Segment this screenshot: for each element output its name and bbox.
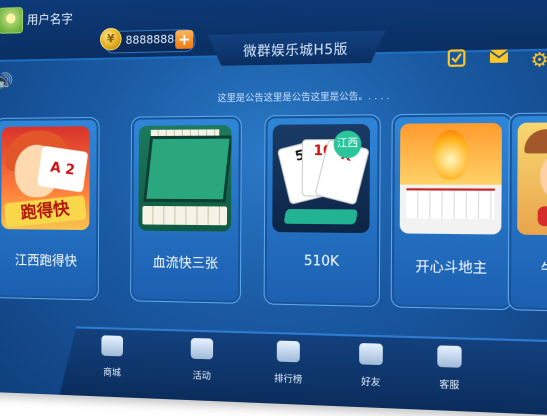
nav-label: 好友 <box>361 377 381 389</box>
shop-icon <box>101 335 124 357</box>
game-label: 江西跑得快 <box>14 253 78 270</box>
add-coins-button[interactable]: + <box>175 29 194 50</box>
nav-label: 活动 <box>192 371 211 383</box>
character-scarf <box>537 206 547 227</box>
nav-label: 排行榜 <box>274 374 303 386</box>
game-thumbnail-mahjong <box>138 125 232 232</box>
game-label: 510K <box>303 253 340 271</box>
card-row <box>406 188 495 220</box>
game-thumbnail-cowboy <box>517 121 547 236</box>
fire-icon <box>432 129 469 180</box>
friends-icon <box>359 342 383 366</box>
region-badge: 江西 <box>333 130 362 159</box>
notice-text: 这里是公告这里是公告这里是公告。. . . . <box>217 91 390 105</box>
trophy-icon <box>276 340 300 363</box>
mail-icon[interactable] <box>487 47 512 72</box>
game-card-doudizhu[interactable]: 开心斗地主 <box>390 112 514 311</box>
game-card-510k[interactable]: 5 10 K 江西 510K <box>263 114 381 308</box>
game-label: 牛仔抖牛 <box>540 261 547 280</box>
game-label: 开心斗地主 <box>415 259 488 277</box>
mahjong-table <box>143 135 232 203</box>
speaker-icon: 🔊 <box>0 71 14 91</box>
headset-icon <box>437 345 462 368</box>
game-thumbnail-510k: 5 10 K 江西 <box>272 123 371 234</box>
nav-events[interactable]: 活动 <box>172 337 233 384</box>
game-card-jiangxi-paodekuai[interactable]: A 2 跑得快 江西跑得快 <box>0 116 100 301</box>
username: 用户名字 <box>26 11 73 28</box>
game-thumbnail-paodekuai: A 2 跑得快 <box>1 126 90 231</box>
nav-shop[interactable]: 商城 <box>83 335 142 381</box>
game-lobby: 用户名字 ¥ 88888888 + 微群娱乐城H5版 ⚙ 🔊 这里是公告这里是公… <box>0 0 547 416</box>
nav-support[interactable]: 客服 <box>416 345 483 394</box>
nav-friends[interactable]: 好友 <box>339 342 404 390</box>
game-card-niuzai[interactable]: 牛仔抖牛 <box>507 111 547 314</box>
nav-label: 客服 <box>439 380 460 392</box>
mahjong-tiles <box>142 205 228 226</box>
playing-cards: A 2 <box>36 145 89 193</box>
coin-balance: 88888888 <box>125 32 182 48</box>
character-face <box>539 148 547 205</box>
game-label: 血流快三张 <box>152 255 219 273</box>
nav-leaderboard[interactable]: 排行榜 <box>257 340 320 387</box>
avatar[interactable] <box>0 7 24 34</box>
cowboy-hat <box>524 128 547 154</box>
card-stand <box>283 208 359 225</box>
gift-icon <box>190 337 214 360</box>
settings-gear-icon[interactable]: ⚙ <box>527 49 547 74</box>
nav-label: 商城 <box>103 367 121 379</box>
game-card-xueliu[interactable]: 血流快三张 <box>130 115 242 304</box>
game-logo: 跑得快 <box>4 195 87 228</box>
game-thumbnail-doudizhu <box>399 122 502 235</box>
checklist-icon[interactable] <box>444 48 468 72</box>
lobby-title: 微群娱乐城H5版 <box>243 42 349 61</box>
